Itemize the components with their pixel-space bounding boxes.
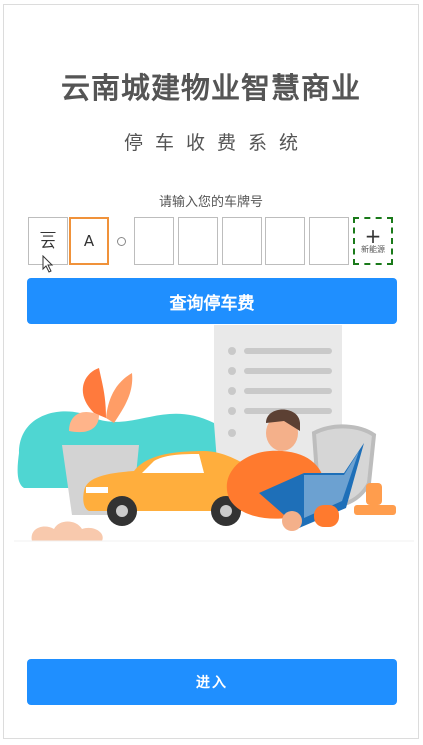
plate-char-box-6[interactable]	[265, 217, 305, 265]
plate-prompt: 请输入您的车牌号	[158, 195, 263, 210]
query-parking-fee-button[interactable]: 查询停车费	[27, 278, 397, 324]
plate-char-box-3[interactable]	[134, 217, 174, 265]
page-subtitle: 停车收费系统	[123, 132, 310, 154]
plus-icon: +	[364, 224, 382, 248]
plate-char-box-4[interactable]	[178, 217, 218, 265]
parking-illustration	[14, 325, 414, 542]
new-energy-box[interactable]: + 新能源	[353, 217, 393, 265]
plate-input-row: 云 A + 新能源	[4, 217, 418, 269]
new-energy-label: 新能源	[361, 245, 385, 254]
plate-char-box-7[interactable]	[309, 217, 349, 265]
plate-separator-dot	[117, 237, 126, 246]
plate-letter-box[interactable]: A	[69, 217, 109, 265]
mouse-cursor-icon	[42, 255, 54, 273]
page-title: 云南城建物业智慧商业	[60, 71, 361, 105]
plate-char: 云	[40, 232, 56, 251]
plate-char: A	[83, 232, 95, 250]
enter-button[interactable]: 进入	[27, 659, 397, 705]
app-page: 云南城建物业智慧商业 停车收费系统 请输入您的车牌号 云 A + 新能源 查询停…	[3, 4, 419, 739]
cloud-shape	[31, 521, 103, 541]
plate-char-box-5[interactable]	[222, 217, 262, 265]
